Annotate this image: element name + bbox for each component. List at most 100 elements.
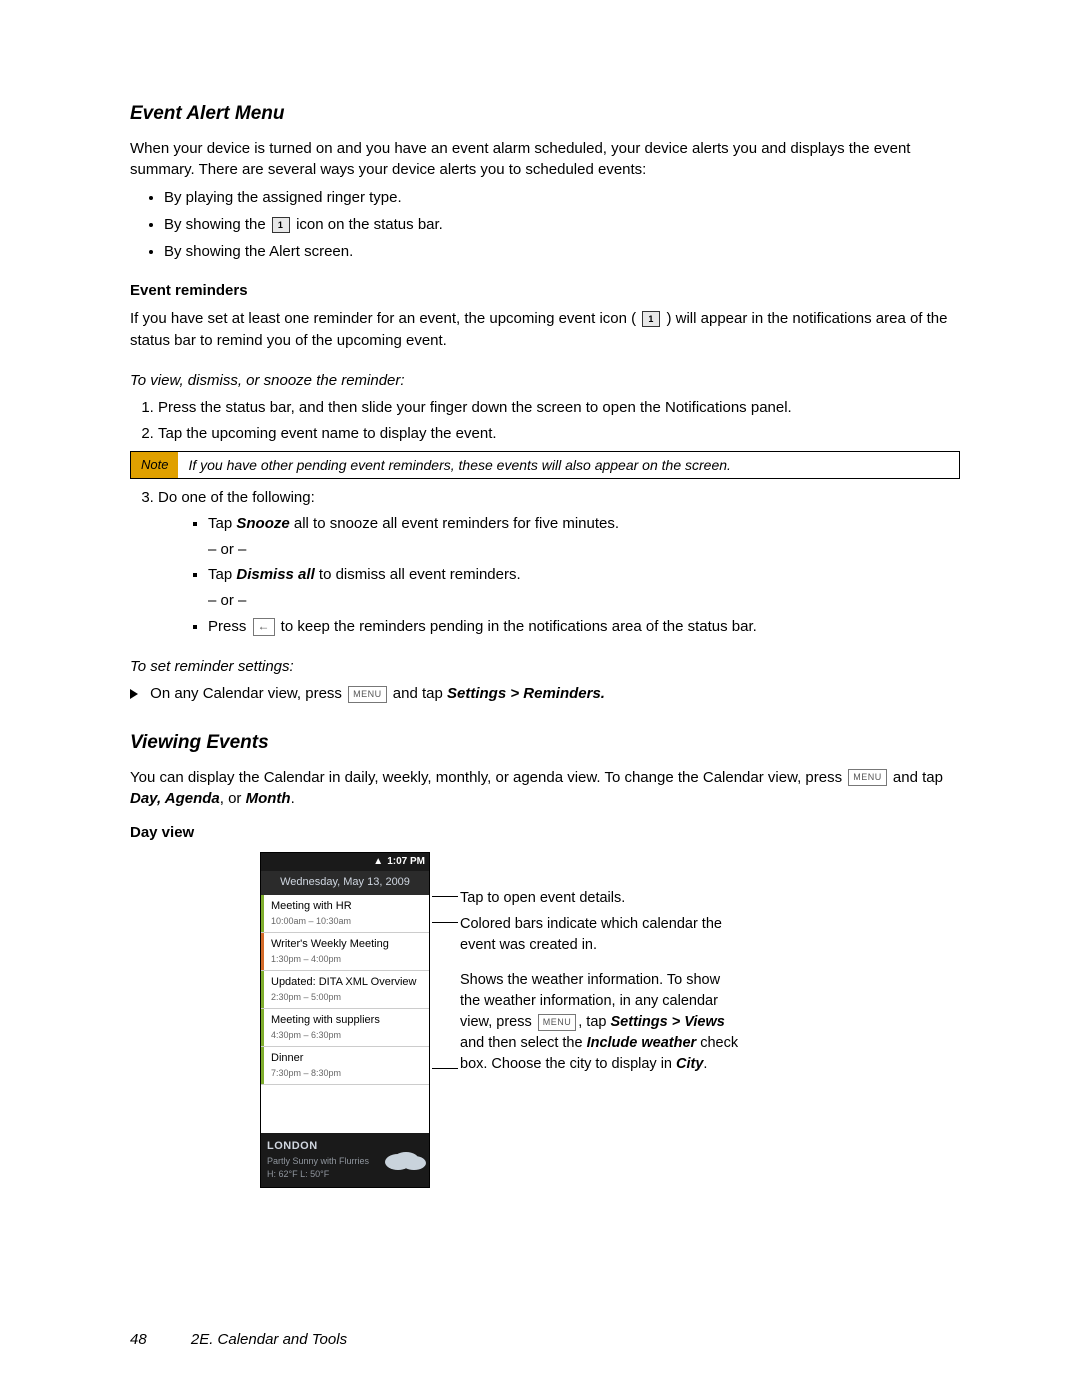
back-key-icon <box>253 618 275 636</box>
set-reminder-step: On any Calendar view, press and tap Sett… <box>130 683 960 705</box>
task-heading-set-reminder: To set reminder settings: <box>130 656 960 678</box>
phone-status-bar: ▲ 1:07 PM <box>261 853 429 872</box>
text: Dismiss all <box>236 566 314 583</box>
list-item: Press to keep the reminders pending in t… <box>208 616 960 638</box>
menu-key-icon <box>848 769 887 786</box>
weather-city: LONDON <box>267 1139 369 1155</box>
note-box: Note If you have other pending event rem… <box>130 451 960 479</box>
event-time: 1:30pm – 4:00pm <box>267 953 423 966</box>
manual-page: Event Alert Menu When your device is tur… <box>0 0 1080 1397</box>
sub-options: Press to keep the reminders pending in t… <box>158 616 960 638</box>
calendar-event-row: Meeting with suppliers4:30pm – 6:30pm <box>261 1009 429 1047</box>
calendar-alert-icon <box>272 217 290 233</box>
callout-column: Tap to open event details. Colored bars … <box>460 852 740 1188</box>
list-item: By showing the icon on the status bar. <box>164 214 960 236</box>
step: Tap the upcoming event name to display t… <box>158 423 960 445</box>
reminders-paragraph: If you have set at least one reminder fo… <box>130 308 960 352</box>
event-title: Updated: DITA XML Overview <box>267 975 423 991</box>
task-heading-view-dismiss: To view, dismiss, or snooze the reminder… <box>130 370 960 392</box>
upcoming-event-icon <box>642 311 660 327</box>
note-label: Note <box>131 452 178 478</box>
text: Tap <box>208 566 236 583</box>
list-item: Tap Dismiss all to dismiss all event rem… <box>208 564 960 586</box>
text: Do one of the following: <box>158 489 315 506</box>
text: to dismiss all event reminders. <box>315 566 521 583</box>
callout: Shows the weather information. To show t… <box>460 970 740 1075</box>
text: . <box>291 790 295 807</box>
triangle-bullet-icon <box>130 689 138 699</box>
text: . <box>703 1056 707 1072</box>
leader-line <box>432 896 458 897</box>
page-footer: 48 2E. Calendar and Tools <box>130 1329 347 1351</box>
text: Press <box>208 618 251 635</box>
text: and tap <box>389 685 447 702</box>
callout: Colored bars indicate which calendar the… <box>460 914 740 956</box>
leader-line <box>432 922 458 923</box>
chapter-title: 2E. Calendar and Tools <box>191 1331 347 1348</box>
phone-date-header: Wednesday, May 13, 2009 <box>261 871 429 895</box>
status-time: 1:07 PM <box>387 855 425 870</box>
text: City <box>676 1056 703 1072</box>
text: Settings > Reminders. <box>447 685 605 702</box>
event-color-bar <box>261 1009 264 1046</box>
event-color-bar <box>261 933 264 970</box>
event-title: Writer's Weekly Meeting <box>267 937 423 953</box>
empty-area <box>261 1085 429 1133</box>
text: and tap <box>889 769 943 786</box>
text: Tap <box>208 515 236 532</box>
menu-key-icon <box>538 1014 577 1031</box>
heading-viewing-events: Viewing Events <box>130 729 960 757</box>
note-text: If you have other pending event reminder… <box>178 452 740 478</box>
text: On any Calendar view, press <box>150 685 346 702</box>
calendar-event-row: Dinner7:30pm – 8:30pm <box>261 1047 429 1085</box>
text: , or <box>220 790 246 807</box>
event-time: 7:30pm – 8:30pm <box>267 1067 423 1080</box>
weather-high-low: H: 62°F L: 50°F <box>267 1168 369 1181</box>
phone-screenshot: ▲ 1:07 PM Wednesday, May 13, 2009 Meetin… <box>260 852 430 1188</box>
steps-list: Do one of the following: Tap Snooze all … <box>130 487 960 638</box>
text: Month <box>246 790 291 807</box>
list-item: By playing the assigned ringer type. <box>164 187 960 209</box>
text: all to snooze all event reminders for fi… <box>290 515 619 532</box>
steps-list: Press the status bar, and then slide you… <box>130 397 960 445</box>
heading-event-alert-menu: Event Alert Menu <box>130 100 960 128</box>
alert-methods-list: By playing the assigned ringer type. By … <box>130 187 960 262</box>
text: Snooze <box>236 515 289 532</box>
sub-options: Tap Snooze all to snooze all event remin… <box>158 513 960 535</box>
event-title: Meeting with HR <box>267 899 423 915</box>
viewing-events-intro: You can display the Calendar in daily, w… <box>130 767 960 811</box>
text: Day, Agenda <box>130 790 220 807</box>
list-item: By showing the Alert screen. <box>164 241 960 263</box>
event-title: Dinner <box>267 1051 423 1067</box>
text: Include weather <box>587 1035 697 1051</box>
step: Do one of the following: Tap Snooze all … <box>158 487 960 638</box>
menu-key-icon <box>348 686 387 703</box>
text: icon on the status bar. <box>296 216 443 233</box>
list-item: Tap Snooze all to snooze all event remin… <box>208 513 960 535</box>
text: , tap <box>578 1014 610 1030</box>
event-color-bar <box>261 971 264 1008</box>
heading-day-view: Day view <box>130 822 960 844</box>
heading-event-reminders: Event reminders <box>130 280 960 302</box>
event-time: 10:00am – 10:30am <box>267 915 423 928</box>
callout: Tap to open event details. <box>460 888 625 909</box>
event-time: 4:30pm – 6:30pm <box>267 1029 423 1042</box>
page-number: 48 <box>130 1331 147 1348</box>
text: and then select the <box>460 1035 587 1051</box>
weather-panel: LONDON Partly Sunny with Flurries H: 62°… <box>261 1133 429 1187</box>
calendar-event-row: Writer's Weekly Meeting1:30pm – 4:00pm <box>261 933 429 971</box>
event-title: Meeting with suppliers <box>267 1013 423 1029</box>
event-color-bar <box>261 895 264 932</box>
or-separator: – or – <box>208 539 960 561</box>
event-color-bar <box>261 1047 264 1084</box>
event-time: 2:30pm – 5:00pm <box>267 991 423 1004</box>
event-list: Meeting with HR10:00am – 10:30am Writer's… <box>261 895 429 1085</box>
or-separator: – or – <box>208 590 960 612</box>
calendar-event-row: Updated: DITA XML Overview2:30pm – 5:00p… <box>261 971 429 1009</box>
weather-condition: Partly Sunny with Flurries <box>267 1155 369 1168</box>
cloud-icon <box>393 1152 419 1168</box>
text: Settings > Views <box>611 1014 725 1030</box>
text: to keep the reminders pending in the not… <box>277 618 757 635</box>
intro-paragraph: When your device is turned on and you ha… <box>130 138 960 182</box>
leader-line <box>432 1068 458 1069</box>
